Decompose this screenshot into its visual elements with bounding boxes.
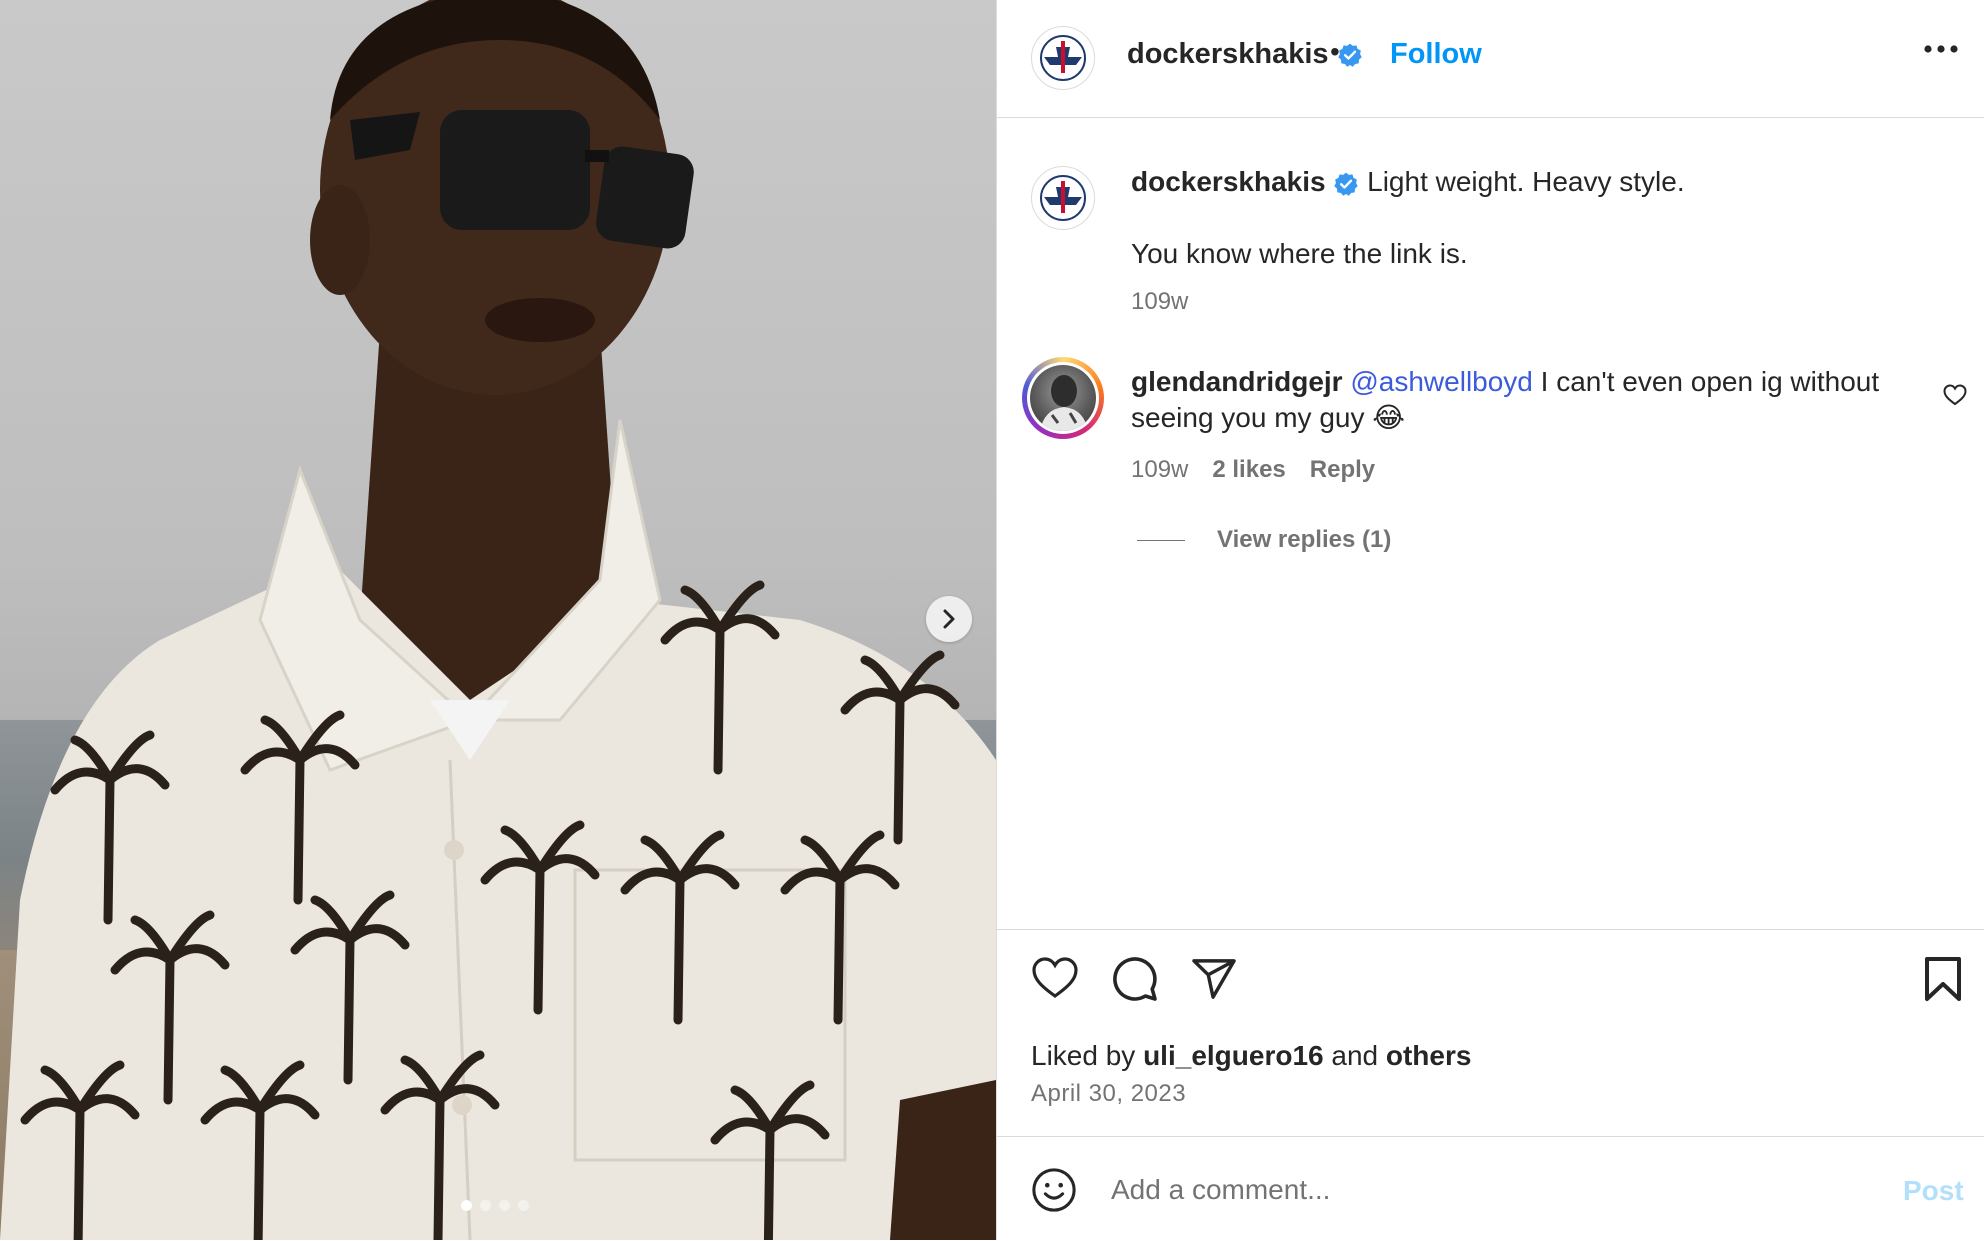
view-replies-label[interactable]: View replies (1) bbox=[1217, 526, 1391, 554]
caption-line-1: Light weight. Heavy style. bbox=[1367, 166, 1685, 197]
chevron-right-icon bbox=[943, 609, 955, 629]
save-button[interactable] bbox=[1923, 956, 1963, 1007]
carousel-dot bbox=[518, 1200, 529, 1211]
commenter-avatar[interactable] bbox=[1022, 357, 1104, 439]
carousel-dot bbox=[499, 1200, 510, 1211]
caption-line-2: You know where the link is. bbox=[1131, 238, 1468, 269]
view-replies-rule bbox=[1137, 539, 1185, 541]
more-horizontal-icon bbox=[1924, 45, 1958, 53]
smiley-icon bbox=[1032, 1168, 1076, 1212]
carousel-next-button[interactable] bbox=[926, 596, 972, 642]
comment-timestamp[interactable]: 109w bbox=[1131, 456, 1188, 484]
verified-badge-icon bbox=[1337, 43, 1362, 68]
heart-icon bbox=[1032, 957, 1078, 998]
person-silhouette-icon bbox=[1040, 375, 1088, 431]
dockers-logo-icon bbox=[1040, 175, 1086, 221]
header-username-text[interactable]: dockerskhakis bbox=[1127, 38, 1329, 70]
paper-plane-icon bbox=[1192, 959, 1236, 999]
verified-badge-icon bbox=[1334, 172, 1359, 196]
more-options-button[interactable] bbox=[1923, 42, 1959, 60]
action-bar bbox=[997, 929, 1984, 930]
caption-timestamp[interactable]: 109w bbox=[1131, 288, 1188, 316]
view-replies-button[interactable]: View replies (1) bbox=[1137, 526, 1391, 554]
share-button[interactable] bbox=[1191, 958, 1237, 1005]
header-username[interactable]: dockerskhakis bbox=[1127, 38, 1363, 71]
caption-username[interactable]: dockerskhakis bbox=[1131, 166, 1326, 197]
carousel-dot-active bbox=[461, 1200, 472, 1211]
post-comment-button[interactable]: Post bbox=[1903, 1175, 1964, 1207]
comment-like-button[interactable] bbox=[1943, 384, 1967, 411]
dockers-logo-icon bbox=[1040, 35, 1086, 81]
carousel-dots bbox=[461, 1200, 529, 1211]
liked-by-others[interactable]: others bbox=[1386, 1040, 1472, 1071]
bookmark-icon bbox=[1925, 957, 1961, 1001]
avatar-ring-gap bbox=[1027, 362, 1099, 434]
post-detail-panel: dockerskhakis • Follow dockerskhakis Lig… bbox=[996, 0, 1984, 1240]
header-separator: • bbox=[1330, 36, 1340, 67]
comment-mention-link[interactable]: @ashwellboyd bbox=[1350, 366, 1533, 397]
post-caption: dockerskhakis Light weight. Heavy style.… bbox=[1131, 164, 1911, 272]
comment-button[interactable] bbox=[1111, 956, 1159, 1007]
comment-composer: Post bbox=[997, 1136, 1984, 1241]
comment-meta: 109w 2 likes Reply bbox=[1131, 456, 1375, 484]
comment-input[interactable] bbox=[1109, 1161, 1813, 1219]
brand-avatar[interactable] bbox=[1031, 26, 1095, 90]
post-photo[interactable] bbox=[0, 0, 996, 1240]
liked-by-summary: Liked by uli_elguero16 and others bbox=[1031, 1040, 1471, 1072]
post-date[interactable]: April 30, 2023 bbox=[1031, 1080, 1186, 1108]
comment-body: glendandridgejr @ashwellboyd I can't eve… bbox=[1131, 364, 1921, 436]
heart-icon bbox=[1943, 384, 1967, 406]
emoji-picker-button[interactable] bbox=[1031, 1167, 1077, 1218]
like-button[interactable] bbox=[1031, 956, 1079, 1005]
carousel-dot bbox=[480, 1200, 491, 1211]
comment-likes-count[interactable]: 2 likes bbox=[1212, 456, 1285, 484]
photo-subject-illustration bbox=[0, 0, 996, 1240]
liked-by-prefix: Liked by bbox=[1031, 1040, 1136, 1071]
liked-by-user[interactable]: uli_elguero16 bbox=[1143, 1040, 1324, 1071]
liked-by-middle: and bbox=[1331, 1040, 1379, 1071]
comment-username[interactable]: glendandridgejr bbox=[1131, 366, 1343, 397]
commenter-avatar-photo bbox=[1030, 365, 1096, 431]
comment-reply-button[interactable]: Reply bbox=[1310, 456, 1375, 484]
post-header: dockerskhakis • Follow bbox=[997, 0, 1984, 118]
follow-button[interactable]: Follow bbox=[1390, 38, 1482, 71]
comment-icon bbox=[1113, 957, 1157, 1001]
caption-avatar[interactable] bbox=[1031, 166, 1095, 230]
